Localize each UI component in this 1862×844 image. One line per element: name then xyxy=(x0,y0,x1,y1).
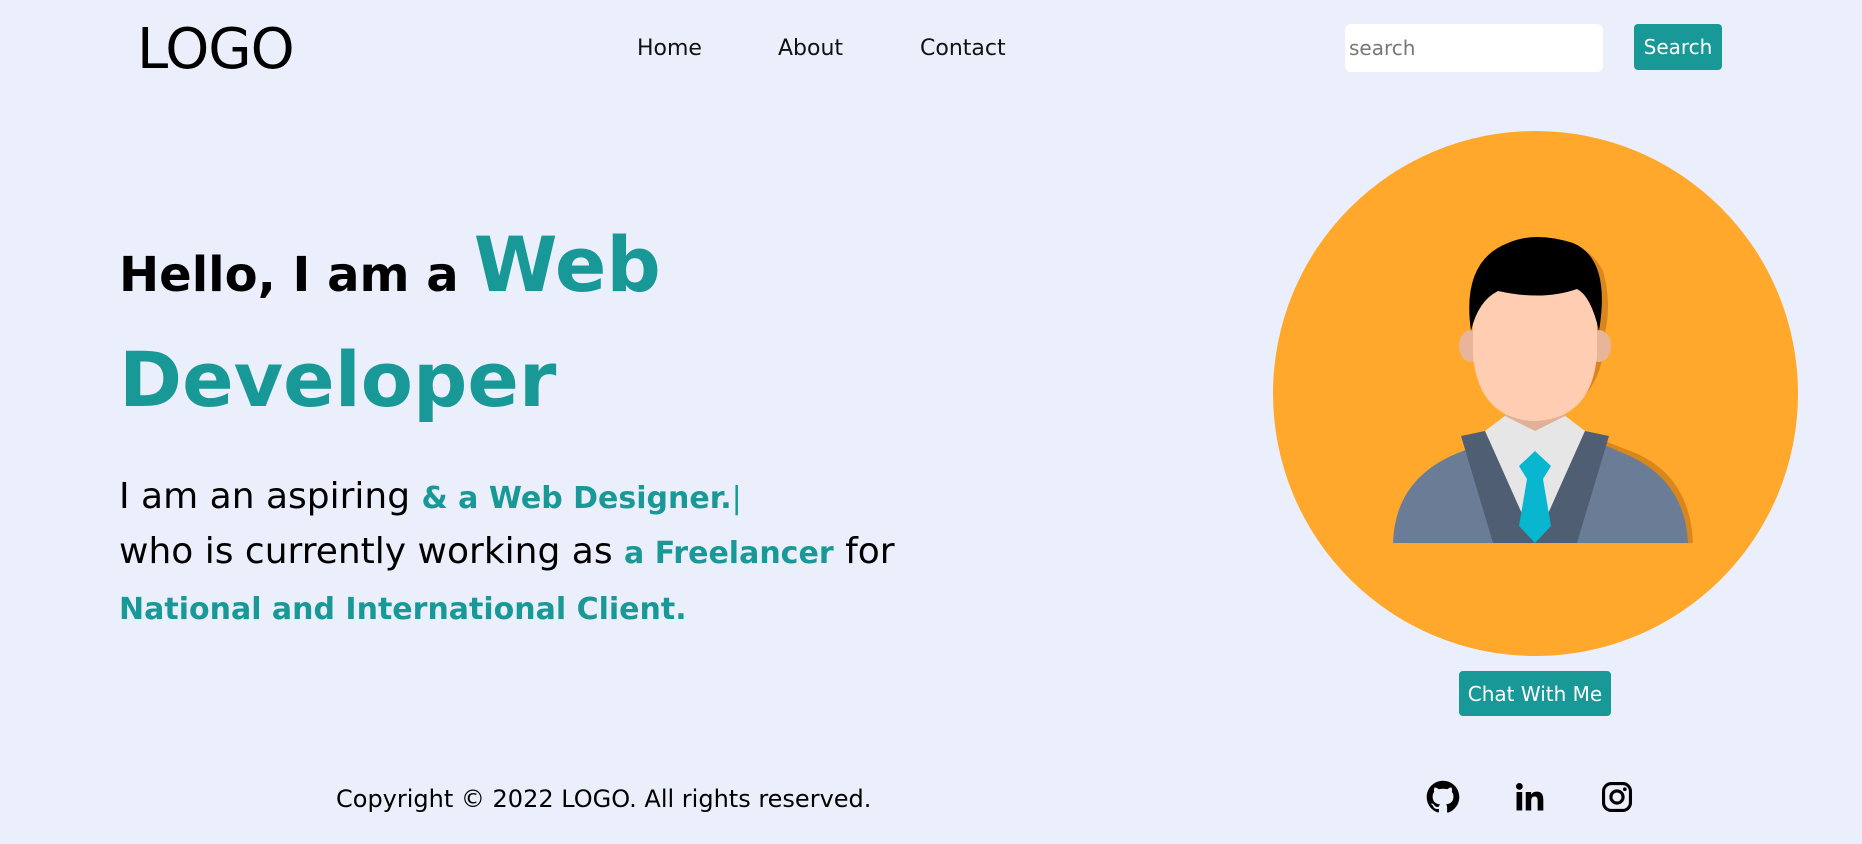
copyright-text: Copyright © 2022 LOGO. All rights reserv… xyxy=(336,785,872,813)
avatar-illustration xyxy=(1273,131,1798,656)
search-button[interactable]: Search xyxy=(1634,24,1722,70)
instagram-icon[interactable] xyxy=(1600,780,1634,814)
avatar xyxy=(1273,131,1798,656)
desc-line2-tail: for xyxy=(845,531,895,572)
linkedin-icon[interactable] xyxy=(1513,780,1547,814)
hero-greeting: Hello, I am a xyxy=(119,247,459,303)
hero-title-word2: Developer xyxy=(119,335,557,424)
hero-desc-line1: I am an aspiring & a Web Designer.| xyxy=(119,475,742,521)
nav-about[interactable]: About xyxy=(778,34,843,64)
logo[interactable]: LOGO xyxy=(137,18,295,82)
hero-desc-line2: who is currently working as a Freelancer… xyxy=(119,530,895,576)
desc-line3-highlight: National and International Client. xyxy=(119,592,687,627)
nav-home[interactable]: Home xyxy=(637,34,702,64)
hero-title-word1: Web xyxy=(473,220,661,309)
desc-line2-text: who is currently working as xyxy=(119,531,613,572)
chat-with-me-button[interactable]: Chat With Me xyxy=(1459,671,1611,716)
search-input[interactable] xyxy=(1345,24,1603,72)
desc-line1-highlight: & a Web Designer. xyxy=(421,481,732,516)
desc-line2-highlight: a Freelancer xyxy=(624,536,834,571)
hero-heading-line1: Hello, I am a Web xyxy=(119,220,661,309)
typing-cursor: | xyxy=(731,481,742,516)
desc-line1-text: I am an aspiring xyxy=(119,476,411,517)
nav-contact[interactable]: Contact xyxy=(920,34,1006,64)
github-icon[interactable] xyxy=(1426,780,1460,814)
